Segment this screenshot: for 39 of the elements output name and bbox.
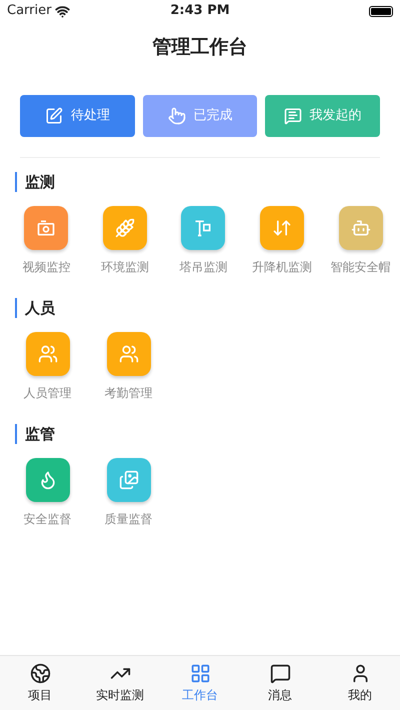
- action-button[interactable]: 已完成: [142, 95, 258, 137]
- wheat-icon: [114, 218, 135, 238]
- wifi-icon: [55, 4, 70, 18]
- clock-text: 2:43 PM: [170, 2, 230, 20]
- robot-icon: [350, 218, 371, 238]
- camera-icon: [36, 218, 56, 238]
- tab-item[interactable]: 工作台: [160, 656, 240, 710]
- section-title: 监管: [25, 424, 55, 445]
- feature-tile[interactable]: 塔吊监测: [164, 206, 243, 276]
- crane-icon: [193, 218, 214, 238]
- carrier-text: Carrier: [7, 2, 52, 20]
- feature-tile[interactable]: 质量监督: [88, 458, 169, 528]
- feature-tile[interactable]: 安全监督: [7, 458, 88, 528]
- people-icon: [38, 344, 58, 364]
- message-icon: [270, 662, 290, 684]
- globe-icon: [30, 662, 50, 684]
- feature-tile[interactable]: 环境监测: [86, 206, 164, 276]
- action-button[interactable]: 待处理: [20, 95, 135, 137]
- tab-item[interactable]: 项目: [0, 656, 80, 710]
- feature-tile[interactable]: 人员管理: [7, 332, 88, 402]
- section-title: 人员: [25, 298, 55, 319]
- feature-tile[interactable]: 升降机监测: [242, 206, 322, 276]
- action-button[interactable]: 我发起的: [265, 95, 380, 137]
- grid-icon: [190, 662, 210, 684]
- tap-icon: [168, 107, 186, 125]
- tab-item[interactable]: 实时监测: [80, 656, 160, 710]
- tab-item[interactable]: 我的: [320, 656, 400, 710]
- feature-tile[interactable]: 智能安全帽: [321, 206, 400, 276]
- photos-icon: [118, 470, 138, 490]
- feature-tile[interactable]: 视频监控: [7, 206, 86, 276]
- battery-icon: [368, 6, 393, 16]
- section-title: 监测: [25, 172, 55, 193]
- people-icon: [118, 344, 138, 364]
- arrows-icon: [272, 218, 292, 238]
- tab-item[interactable]: 消息: [240, 656, 320, 710]
- edit-icon: [44, 107, 63, 125]
- feature-tile[interactable]: 考勤管理: [88, 332, 169, 402]
- page-title: 管理工作台: [152, 34, 248, 60]
- message-icon: [284, 107, 302, 125]
